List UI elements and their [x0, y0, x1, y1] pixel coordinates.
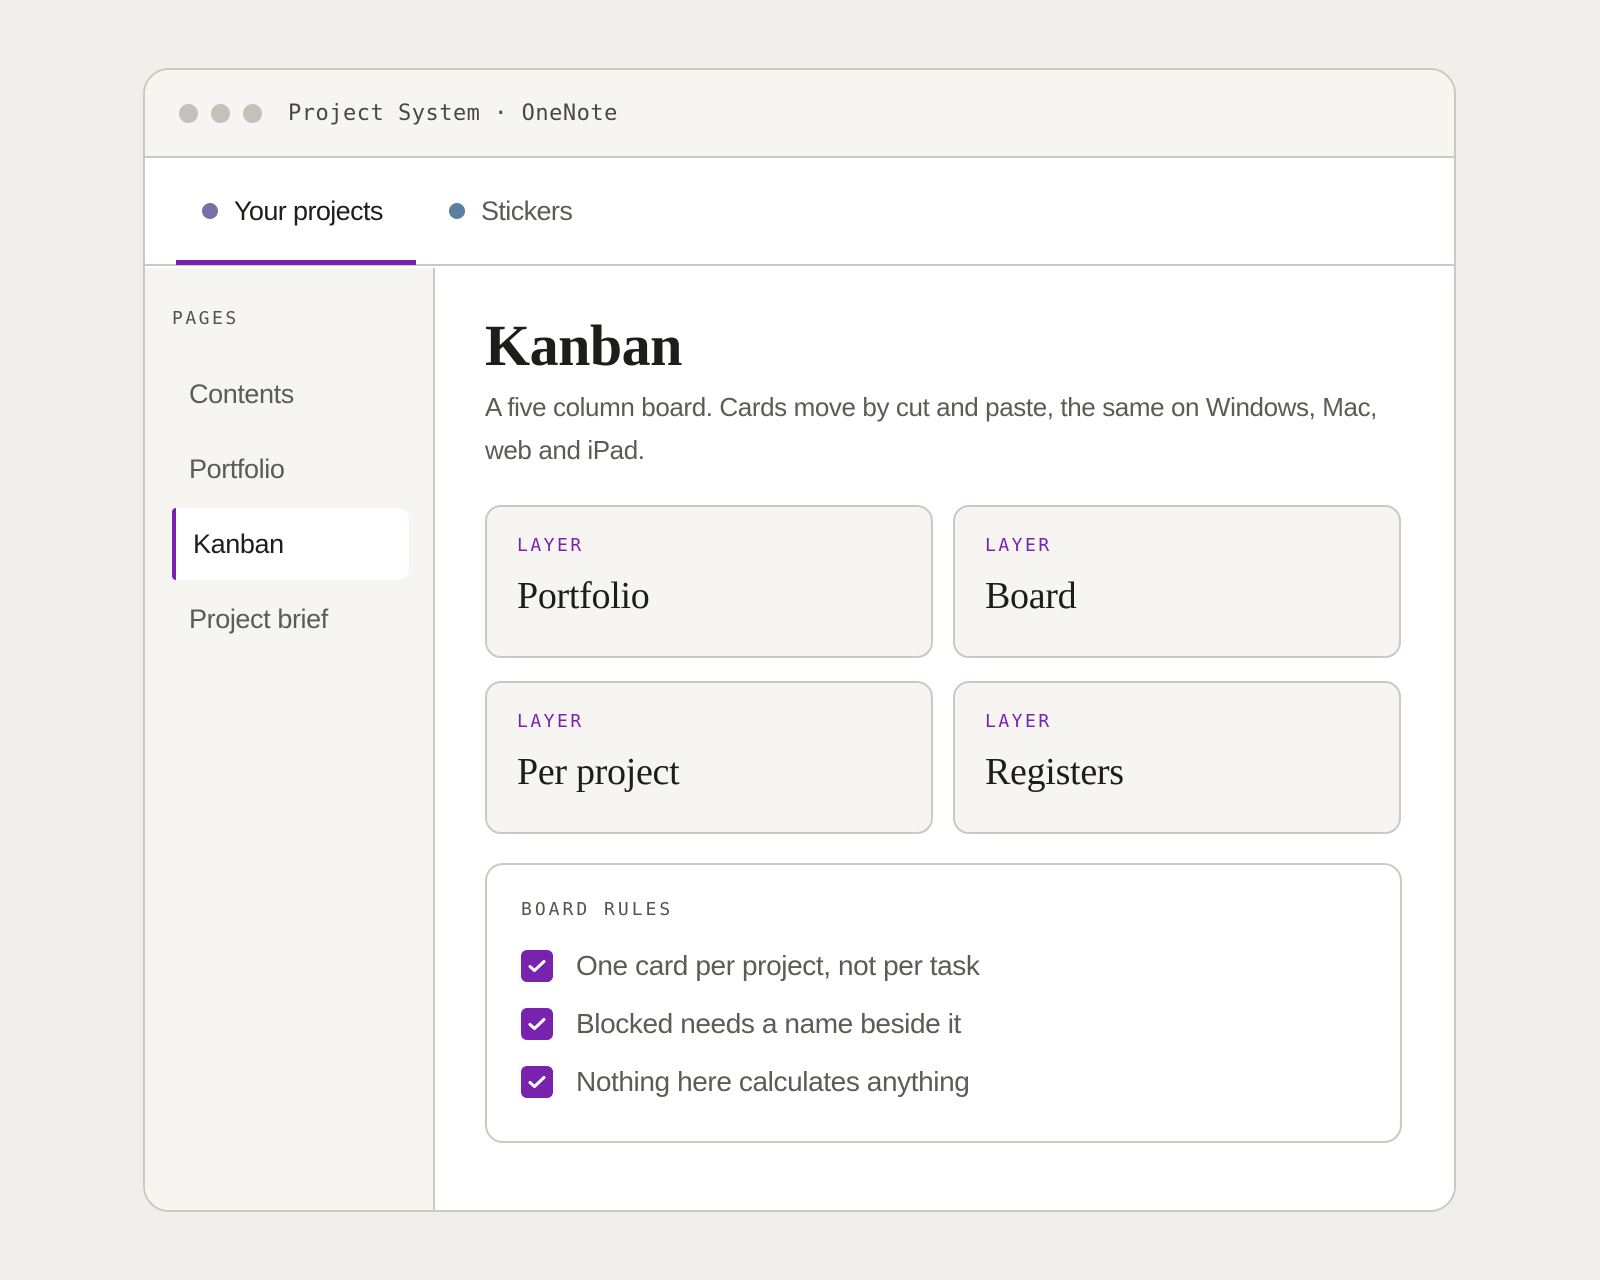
checkbox-checked[interactable]: [521, 1065, 553, 1098]
sidebar-item-label: Project brief: [189, 603, 328, 634]
page-content: Kanban A five column board. Cards move b…: [435, 268, 1454, 1210]
layer-card-registers[interactable]: LAYER Registers: [953, 681, 1401, 834]
window-maximize-button[interactable]: [243, 103, 262, 123]
card-kicker: LAYER: [985, 535, 1052, 556]
board-rules-panel: BOARD RULES One card per project, not pe…: [485, 863, 1402, 1143]
checkmark-icon: [528, 1017, 546, 1030]
pages-section-label: PAGES: [172, 308, 239, 329]
window-title: Project System · OneNote: [288, 100, 618, 126]
sidebar-item-kanban[interactable]: Kanban: [172, 508, 409, 580]
card-title: Per project: [517, 751, 680, 793]
rule-text: Nothing here calculates anything: [576, 1065, 970, 1097]
tab-stickers[interactable]: Stickers: [449, 158, 573, 264]
rule-item: One card per project, not per task: [521, 947, 1366, 984]
card-kicker: LAYER: [985, 711, 1052, 732]
pages-sidebar: PAGES Contents Portfolio Kanban Project …: [145, 268, 435, 1210]
app-window: Project System · OneNote Your projects S…: [143, 68, 1456, 1212]
card-kicker: LAYER: [517, 535, 584, 556]
card-title: Portfolio: [517, 575, 650, 617]
checkbox-checked[interactable]: [521, 1007, 553, 1040]
sidebar-item-portfolio[interactable]: Portfolio: [172, 433, 409, 505]
sidebar-item-label: Contents: [189, 378, 294, 409]
rule-item: Blocked needs a name beside it: [521, 1005, 1366, 1042]
checkbox-checked[interactable]: [521, 949, 553, 982]
page-description: A five column board. Cards move by cut a…: [485, 392, 1377, 465]
tab-your-projects[interactable]: Your projects: [176, 158, 416, 265]
sidebar-item-label: Kanban: [193, 528, 284, 559]
card-title: Registers: [985, 751, 1124, 793]
title-bar: Project System · OneNote: [145, 70, 1454, 158]
rule-text: Blocked needs a name beside it: [576, 1007, 961, 1039]
sidebar-item-contents[interactable]: Contents: [172, 358, 409, 430]
card-kicker: LAYER: [517, 711, 584, 732]
window-minimize-button[interactable]: [211, 103, 230, 123]
tab-label: Stickers: [481, 195, 573, 226]
board-rules-label: BOARD RULES: [521, 899, 674, 920]
sidebar-item-label: Portfolio: [189, 453, 285, 484]
tab-label: Your projects: [234, 195, 383, 226]
tab-bar: Your projects Stickers: [145, 158, 1454, 266]
sidebar-item-project-brief[interactable]: Project brief: [172, 583, 409, 655]
layer-card-portfolio[interactable]: LAYER Portfolio: [485, 505, 933, 658]
tab-color-dot-icon: [449, 203, 465, 219]
card-title: Board: [985, 575, 1077, 617]
rule-text: One card per project, not per task: [576, 949, 980, 981]
page-title: Kanban: [485, 313, 682, 378]
rule-item: Nothing here calculates anything: [521, 1063, 1366, 1100]
layer-card-board[interactable]: LAYER Board: [953, 505, 1401, 658]
checkmark-icon: [528, 1075, 546, 1088]
checkmark-icon: [528, 959, 546, 972]
window-close-button[interactable]: [179, 103, 198, 123]
tab-color-dot-icon: [202, 203, 218, 219]
layer-card-per-project[interactable]: LAYER Per project: [485, 681, 933, 834]
